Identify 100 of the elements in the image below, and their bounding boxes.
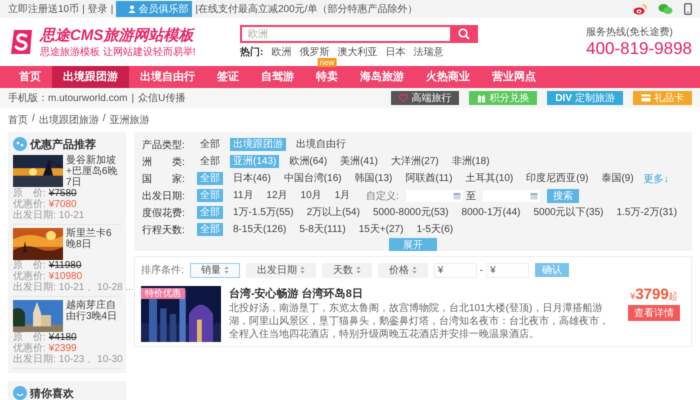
sort-icon: [412, 266, 417, 274]
sort-icon: [224, 266, 229, 274]
search-field[interactable]: 欧洲: [240, 25, 450, 43]
card-icon: [641, 94, 651, 102]
top-link[interactable]: |: [110, 4, 114, 14]
panel-title: 优惠产品推荐: [30, 138, 96, 152]
filter-option[interactable]: 2万以上(54): [304, 206, 363, 219]
filter-label: 出发日期:: [142, 190, 186, 202]
date-field[interactable]: [406, 190, 463, 202]
original-price: ¥11980: [48, 260, 82, 271]
wechat-text: 众信U传播: [138, 92, 186, 105]
logo-title: 思途CMS旅游网站模板: [40, 26, 196, 44]
hot-keyword-link[interactable]: 俄罗斯: [299, 45, 330, 59]
nav-tab[interactable]: 特卖: [305, 66, 349, 88]
filter-option[interactable]: 1月: [332, 189, 354, 202]
filter-option[interactable]: 土耳其(10): [462, 172, 516, 185]
product-title-link[interactable]: 越南芽庄自由行3晚4日: [66, 300, 121, 332]
custom-label: 自定义:: [366, 190, 399, 202]
hot-keyword-link[interactable]: 欧洲: [271, 45, 292, 59]
filter-option[interactable]: 阿联酋(11): [402, 172, 456, 185]
top-link[interactable]: 立即注册送10币: [8, 2, 80, 16]
filter-label: 国 家:: [142, 172, 186, 186]
nav-tab[interactable]: 营业网点: [481, 66, 547, 88]
filter-label: 洲 类:: [142, 156, 186, 168]
search-icon: [458, 28, 470, 40]
hot-keyword-link[interactable]: 澳大利亚: [337, 45, 378, 59]
date-label: 出发日期:: [13, 282, 56, 293]
wechat-icon[interactable]: [658, 3, 673, 15]
promo-text: |在线支付最高立减200元/单（部分特惠产品除外）: [195, 2, 418, 16]
nav-tab[interactable]: 火热商业: [415, 66, 481, 88]
nav-tab[interactable]: 出境跟团游: [52, 66, 129, 88]
separator-text: |: [131, 92, 134, 104]
product-title-link[interactable]: 斯里兰卡6晚8日: [66, 228, 121, 260]
nav-tab[interactable]: 首页: [8, 66, 52, 88]
filter-option[interactable]: 泰国(9): [598, 172, 637, 185]
filter-option[interactable]: 美洲(41): [337, 155, 381, 168]
sort-button[interactable]: 天数: [322, 262, 372, 278]
product-title-link[interactable]: 曼谷新加坡+巴厘岛6晚7日: [66, 155, 121, 188]
panel-title: 猜你喜欢: [30, 386, 74, 400]
sale-price: ¥7080: [48, 199, 77, 210]
heart-icon: [399, 94, 408, 102]
original-price: ¥4180: [48, 332, 77, 343]
filter-option[interactable]: 韩国(13): [352, 172, 396, 185]
filter-option[interactable]: 印度尼西亚(9): [523, 172, 592, 185]
filter-option[interactable]: 中国台湾(16): [280, 172, 345, 185]
top-link[interactable]: 登录: [88, 2, 108, 16]
sale-badge: 特价优惠: [141, 288, 185, 299]
filter-option[interactable]: 全部: [197, 155, 223, 168]
product-price: 3799: [635, 286, 669, 303]
sale-price: ¥2399: [48, 343, 77, 354]
price-suffix: 起: [668, 290, 678, 303]
filter-option[interactable]: 11月: [230, 189, 256, 202]
filter-option[interactable]: 8000-1万(44): [458, 206, 524, 219]
to-label: 至: [466, 190, 476, 202]
sort-button[interactable]: 出发日期: [246, 262, 316, 278]
breadcrumb-link[interactable]: 首页: [8, 113, 28, 127]
filter-option[interactable]: 1.5万-2万(31): [614, 206, 680, 219]
product-description: 北投好汤，南游垦丁，东览太鲁阁，故宫博物院，台北101大楼(登顶)，日月潭搭船游湖，阿里山风景区，垦丁猫鼻头，鹅銮鼻灯塔，台湾知名夜市：台北夜市，高雄夜市，全程入住当地四花酒店，特别升级两晚五花酒店并安排一晚温泉酒店。: [229, 302, 610, 341]
departure-dates: 10-23 、10-30: [58, 354, 123, 365]
filter-option[interactable]: 出境自由行: [293, 138, 349, 151]
filter-option[interactable]: 5-8天(111): [296, 223, 349, 236]
filter-option[interactable]: 15天+(27): [356, 223, 406, 236]
price-label: 优惠价:: [13, 343, 46, 354]
price-label: 原 价:: [13, 260, 46, 271]
filter-option[interactable]: 5000元以下(35): [530, 206, 606, 219]
max-price-field[interactable]: ¥: [486, 262, 530, 278]
filter-option[interactable]: 8-15天(126): [230, 223, 290, 236]
nav-tab[interactable]: 签证: [206, 66, 250, 88]
breadcrumb-link[interactable]: 出境跟团旅游: [38, 113, 99, 127]
filter-option[interactable]: 1万-1.5万(55): [230, 206, 297, 219]
filter-option[interactable]: 非洲(18): [448, 155, 493, 168]
filter-option[interactable]: 日本(46): [230, 172, 274, 185]
weibo-icon[interactable]: [633, 4, 647, 14]
sort-button[interactable]: 销量: [190, 262, 240, 278]
nav-tab[interactable]: 出境自由行: [129, 66, 206, 88]
feature-button[interactable]: 高端旅行: [391, 91, 460, 105]
hotline-label: 服务热线(免长途费): [586, 26, 674, 39]
filter-option[interactable]: 欧洲(64): [286, 155, 330, 168]
sort-button[interactable]: 价格: [378, 262, 428, 278]
hot-keyword-link[interactable]: 法瑞意: [413, 45, 444, 59]
hot-keyword-link[interactable]: 日本: [385, 45, 406, 59]
product-title-link[interactable]: 台湾-安心畅游 台湾环岛8日: [229, 288, 363, 300]
search-button[interactable]: [450, 25, 478, 43]
nav-tab[interactable]: 自驾游: [250, 66, 305, 88]
min-price-field[interactable]: ¥: [434, 262, 477, 278]
filter-option[interactable]: 5000-8000元(53): [370, 206, 452, 219]
currency-symbol: ¥: [630, 291, 636, 301]
filter-option[interactable]: 全部: [197, 138, 223, 151]
nav-tab[interactable]: 海岛旅游: [349, 66, 415, 88]
logo-tagline: 思途旅游模板 让网站建设轻而易举!: [40, 46, 197, 58]
phone-icon[interactable]: [684, 3, 692, 15]
calendar-icon: [530, 192, 538, 200]
breadcrumb-link[interactable]: 亚洲旅游: [110, 113, 150, 127]
date-field[interactable]: [482, 190, 540, 202]
filter-option[interactable]: 12月: [263, 189, 291, 202]
filter-option[interactable]: 大洋洲(27): [388, 155, 442, 168]
top-link[interactable]: |: [82, 4, 85, 14]
filter-option[interactable]: 10月: [298, 189, 325, 202]
filter-option[interactable]: 1-5天(6): [413, 223, 456, 236]
hot-label: 热门:: [240, 45, 264, 59]
